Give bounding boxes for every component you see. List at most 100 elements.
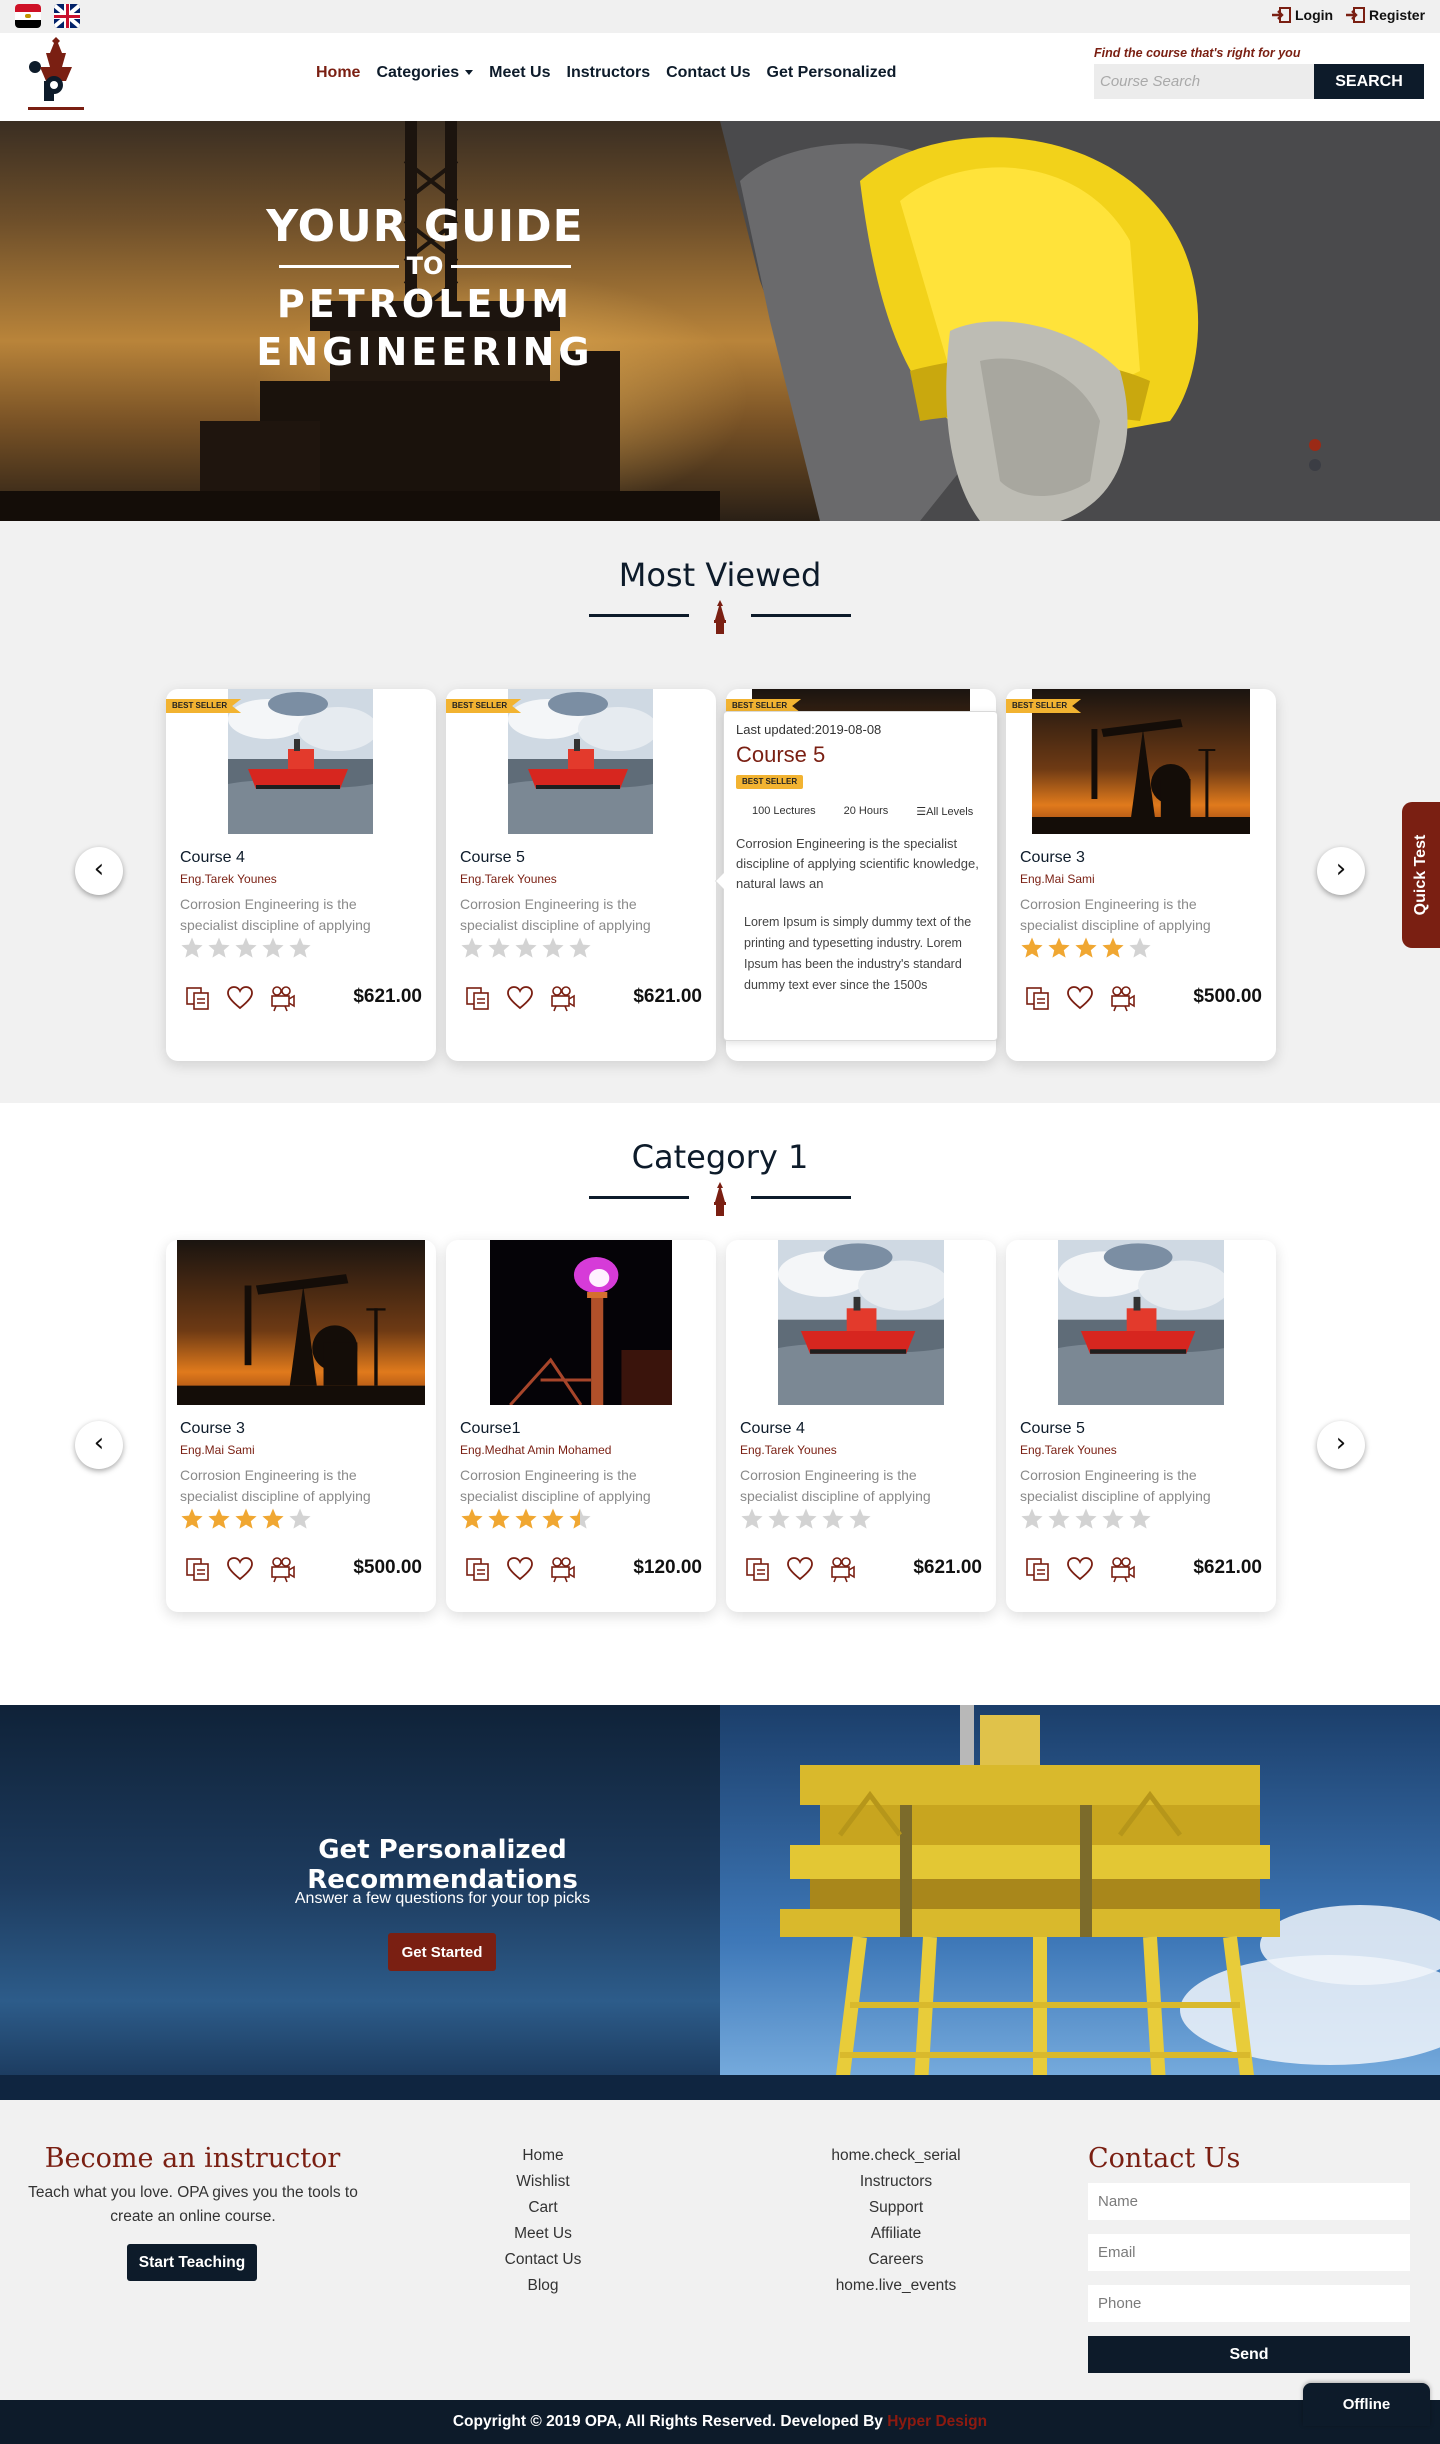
course-thumbnail[interactable]	[508, 689, 653, 834]
footer-link-support[interactable]: Support	[796, 2195, 996, 2221]
course-thumbnail[interactable]	[778, 1240, 944, 1405]
hero-to-row: TO	[250, 252, 600, 280]
developer-link[interactable]: Hyper Design	[887, 2413, 987, 2430]
footer-link-instructors[interactable]: Instructors	[796, 2169, 996, 2195]
nav-categories[interactable]: Categories	[376, 64, 474, 82]
course-card[interactable]: Course 3 Eng.Mai Sami Corrosion Engineerin…	[166, 1240, 436, 1612]
course-thumbnail[interactable]	[490, 1240, 672, 1405]
carousel-next-button[interactable]: ›	[1317, 847, 1365, 895]
compare-icon[interactable]	[1024, 984, 1052, 1012]
course-thumbnail[interactable]	[1058, 1240, 1224, 1405]
course-instructor[interactable]: Eng.Tarek Younes	[180, 872, 277, 886]
search-button[interactable]: SEARCH	[1314, 64, 1424, 99]
video-camera-icon[interactable]	[548, 1555, 576, 1583]
register-link[interactable]: Register	[1345, 7, 1425, 23]
course-card[interactable]: Course 5 Eng.Tarek Younes Corrosion Engine…	[1006, 1240, 1276, 1612]
get-started-button[interactable]: Get Started	[388, 1933, 496, 1971]
start-teaching-button[interactable]: Start Teaching	[127, 2244, 257, 2281]
footer-link-affiliate[interactable]: Affiliate	[796, 2221, 996, 2247]
course-price: $621.00	[1193, 1557, 1262, 1578]
opa-logo[interactable]	[26, 37, 86, 117]
footer-link-contact-us[interactable]: Contact Us	[443, 2247, 643, 2273]
send-button[interactable]: Send	[1088, 2336, 1410, 2373]
course-card[interactable]: BEST SELLER Course 3 Eng.Mai Sami Corrosion…	[1006, 689, 1276, 1061]
course-description: Corrosion Engineering is the specialist …	[460, 896, 651, 933]
compare-icon[interactable]	[464, 984, 492, 1012]
nav-get-personalized[interactable]: Get Personalized	[767, 64, 897, 82]
compare-icon[interactable]	[184, 1555, 212, 1583]
course-title[interactable]: Course 4	[180, 849, 245, 867]
email-field[interactable]	[1088, 2234, 1410, 2271]
footer-link-meet-us[interactable]: Meet Us	[443, 2221, 643, 2247]
compare-icon[interactable]	[184, 984, 212, 1012]
course-thumbnail[interactable]	[228, 689, 373, 834]
video-camera-icon[interactable]	[268, 984, 296, 1012]
course-search-input[interactable]	[1094, 64, 1314, 99]
compare-icon[interactable]	[744, 1555, 772, 1583]
carousel-dot[interactable]	[1309, 439, 1321, 451]
uk-flag-icon[interactable]	[54, 4, 80, 28]
hero-line-4: ENGINEERING	[256, 330, 594, 374]
footer-link-wishlist[interactable]: Wishlist	[443, 2169, 643, 2195]
heart-icon[interactable]	[226, 1555, 254, 1583]
heart-icon[interactable]	[1066, 1555, 1094, 1583]
nav-contact-us[interactable]: Contact Us	[666, 64, 750, 82]
nav-home[interactable]: Home	[316, 64, 360, 82]
compare-icon[interactable]	[464, 1555, 492, 1583]
course-title[interactable]: Course 3	[1020, 849, 1085, 867]
footer-link-check-serial[interactable]: home.check_serial	[796, 2143, 996, 2169]
nav-instructors[interactable]: Instructors	[567, 64, 651, 82]
footer-link-live-events[interactable]: home.live_events	[796, 2273, 996, 2299]
video-camera-icon[interactable]	[828, 1555, 856, 1583]
course-price: $120.00	[633, 1557, 702, 1578]
course-card[interactable]: Course 4 Eng.Tarek Younes Corrosion Engine…	[726, 1240, 996, 1612]
footer-link-home[interactable]: Home	[443, 2143, 643, 2169]
carousel-next-button[interactable]: ›	[1317, 1421, 1365, 1469]
course-card[interactable]: BEST SELLER Course 5 Eng.Tarek Younes Corro…	[446, 689, 716, 1061]
course-title[interactable]: Course 5	[1020, 1420, 1085, 1438]
course-card[interactable]: Course1 Eng.Medhat Amin Mohamed Corrosion …	[446, 1240, 716, 1612]
quick-test-tab[interactable]: Quick Test	[1402, 802, 1440, 948]
course-instructor[interactable]: Eng.Tarek Younes	[740, 1443, 837, 1457]
course-title[interactable]: Course 4	[740, 1420, 805, 1438]
heart-icon[interactable]	[786, 1555, 814, 1583]
nav-meet-us[interactable]: Meet Us	[489, 64, 550, 82]
login-link[interactable]: Login	[1271, 7, 1333, 23]
footer-links-1: Home Wishlist Cart Meet Us Contact Us Bl…	[443, 2143, 643, 2299]
course-thumbnail[interactable]	[177, 1240, 425, 1405]
heart-icon[interactable]	[506, 984, 534, 1012]
course-title[interactable]: Course 3	[180, 1420, 245, 1438]
course-instructor[interactable]: Eng.Mai Sami	[180, 1443, 255, 1457]
carousel-prev-button[interactable]: ‹	[75, 847, 123, 895]
course-title[interactable]: Course1	[460, 1420, 520, 1438]
course-instructor[interactable]: Eng.Medhat Amin Mohamed	[460, 1443, 611, 1457]
carousel-dot[interactable]	[1309, 459, 1321, 471]
name-field[interactable]	[1088, 2183, 1410, 2220]
egypt-flag-icon[interactable]	[15, 4, 41, 28]
rating-stars	[1020, 1507, 1152, 1531]
star-icon	[822, 1508, 844, 1529]
compare-icon[interactable]	[1024, 1555, 1052, 1583]
video-camera-icon[interactable]	[1108, 1555, 1136, 1583]
carousel-prev-button[interactable]: ‹	[75, 1421, 123, 1469]
heart-icon[interactable]	[506, 1555, 534, 1583]
card-actions	[744, 1555, 856, 1583]
course-instructor[interactable]: Eng.Tarek Younes	[460, 872, 557, 886]
video-camera-icon[interactable]	[548, 984, 576, 1012]
star-icon	[515, 937, 537, 958]
video-camera-icon[interactable]	[268, 1555, 296, 1583]
course-title[interactable]: Course 5	[460, 849, 525, 867]
course-instructor[interactable]: Eng.Mai Sami	[1020, 872, 1095, 886]
footer-link-blog[interactable]: Blog	[443, 2273, 643, 2299]
footer-link-cart[interactable]: Cart	[443, 2195, 643, 2221]
heart-icon[interactable]	[226, 984, 254, 1012]
phone-field[interactable]	[1088, 2285, 1410, 2322]
course-description: Corrosion Engineering is the specialist …	[740, 1467, 931, 1504]
chat-status-tab[interactable]: Offline	[1303, 2383, 1430, 2426]
popover-title[interactable]: Course 5	[736, 742, 825, 768]
course-instructor[interactable]: Eng.Tarek Younes	[1020, 1443, 1117, 1457]
course-card[interactable]: BEST SELLER Course 4 Eng.Tarek Younes Corro…	[166, 689, 436, 1061]
heart-icon[interactable]	[1066, 984, 1094, 1012]
video-camera-icon[interactable]	[1108, 984, 1136, 1012]
footer-link-careers[interactable]: Careers	[796, 2247, 996, 2273]
